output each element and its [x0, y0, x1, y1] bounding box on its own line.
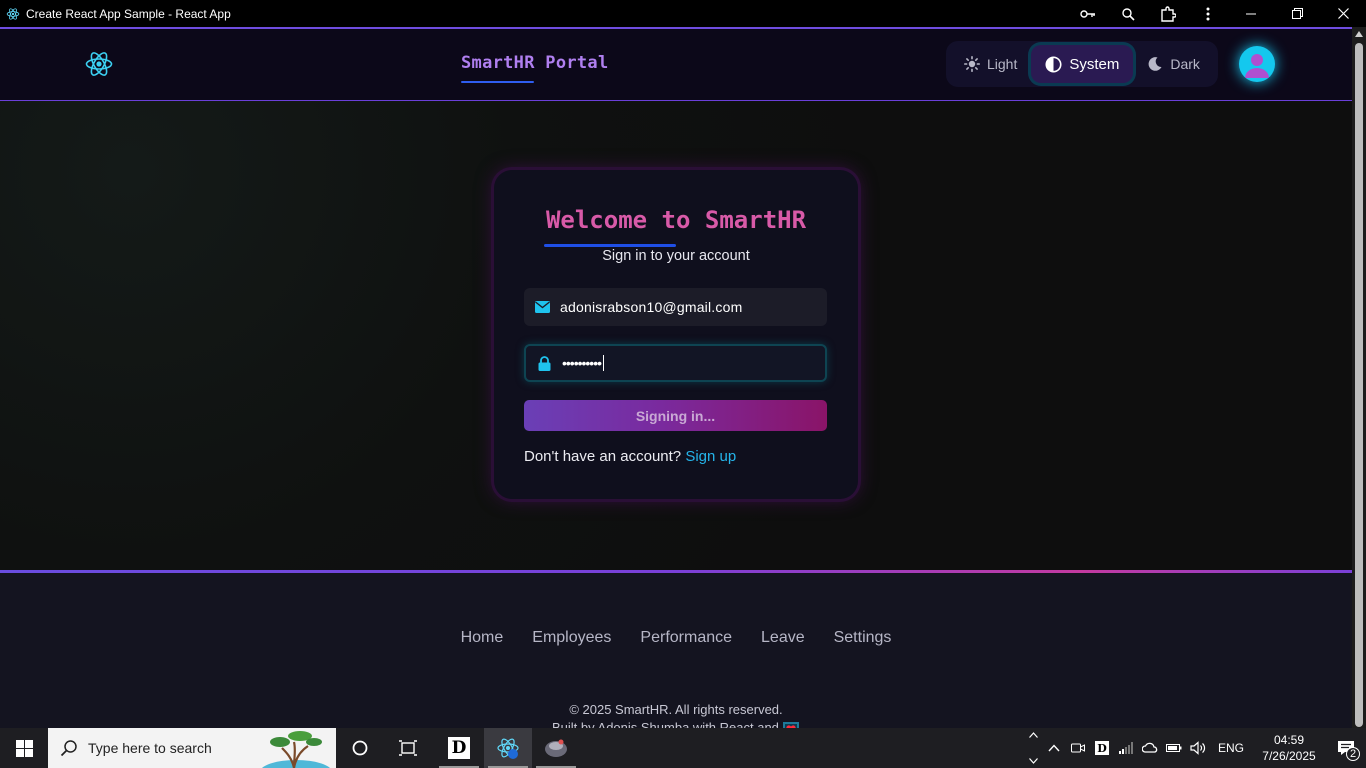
- chevron-up-icon: [1048, 744, 1060, 752]
- footer-nav: Home Employees Performance Leave Setting…: [0, 629, 1352, 647]
- browser-app-icon: [545, 739, 567, 757]
- search-icon: [60, 740, 77, 757]
- window-title: Create React App Sample - React App: [26, 6, 231, 21]
- react-browser-icon: [497, 738, 519, 759]
- tray-d-app-icon[interactable]: D: [1090, 728, 1114, 768]
- signup-row: Don't have an account? Sign up: [524, 448, 736, 465]
- login-card: Welcome to SmartHR Sign in to your accou…: [494, 170, 858, 499]
- windows-logo-icon: [15, 739, 33, 757]
- text-caret: [603, 355, 605, 371]
- cortana-circle-icon: [352, 740, 368, 756]
- d-app-icon: D: [448, 737, 470, 759]
- copyright-text: © 2025 SmartHR. All rights reserved.: [569, 702, 783, 717]
- task-view-icon: [399, 740, 417, 756]
- window-titlebar: Create React App Sample - React App: [0, 0, 1366, 27]
- task-view-button[interactable]: [384, 728, 432, 768]
- key-icon[interactable]: [1068, 0, 1108, 27]
- show-hidden-icons-button[interactable]: [1042, 728, 1066, 768]
- app-header: SmartHR Portal Light System Dark: [0, 27, 1352, 101]
- cortana-button[interactable]: [336, 728, 384, 768]
- login-title: Welcome to SmartHR: [545, 206, 807, 234]
- signup-prompt: Don't have an account?: [524, 448, 682, 465]
- footer-divider: [0, 570, 1352, 573]
- tray-scroll[interactable]: [1024, 728, 1042, 768]
- react-app-icon: [6, 7, 20, 20]
- lock-icon: [536, 355, 552, 371]
- close-button[interactable]: [1320, 0, 1366, 27]
- clock-time: 04:59: [1273, 733, 1305, 747]
- theme-system-label: System: [1069, 55, 1120, 73]
- notification-count-badge: 2: [1346, 747, 1360, 761]
- theme-dark-button[interactable]: Dark: [1133, 45, 1214, 83]
- email-value: adonisrabson10@gmail.com: [560, 299, 743, 315]
- search-placeholder: Type here to search: [88, 740, 212, 756]
- user-avatar[interactable]: [1239, 46, 1275, 82]
- windows-taskbar: Type here to search D D ENG 04:59 7/26/2…: [0, 728, 1366, 768]
- contrast-icon: [1045, 55, 1062, 73]
- scrollbar-thumb[interactable]: [1355, 43, 1363, 727]
- email-field[interactable]: adonisrabson10@gmail.com: [524, 288, 827, 326]
- notification-center-button[interactable]: 2: [1326, 728, 1366, 768]
- taskbar-search[interactable]: Type here to search: [48, 728, 336, 768]
- volume-icon[interactable]: [1186, 728, 1210, 768]
- brand-underline: [461, 81, 534, 83]
- extensions-icon[interactable]: [1148, 0, 1188, 27]
- minimize-button[interactable]: [1228, 0, 1274, 27]
- theme-light-button[interactable]: Light: [950, 45, 1031, 83]
- signal-icon[interactable]: [1114, 728, 1138, 768]
- theme-dark-label: Dark: [1170, 56, 1200, 72]
- signin-button[interactable]: Signing in...: [524, 400, 827, 431]
- onedrive-icon[interactable]: [1138, 728, 1162, 768]
- footer-link-employees[interactable]: Employees: [532, 629, 611, 647]
- react-logo-icon[interactable]: [84, 49, 114, 79]
- clock-date: 7/26/2025: [1262, 749, 1316, 763]
- taskbar-app-react[interactable]: [484, 728, 532, 768]
- title-underline: [544, 244, 676, 247]
- footer-link-home[interactable]: Home: [461, 629, 504, 647]
- user-icon: [1245, 54, 1269, 78]
- main-content: Welcome to SmartHR Sign in to your accou…: [0, 101, 1352, 570]
- theme-switcher: Light System Dark: [946, 41, 1218, 87]
- brand-title[interactable]: SmartHR Portal: [461, 53, 609, 73]
- meet-now-icon[interactable]: [1066, 728, 1090, 768]
- scroll-up-arrow[interactable]: [1355, 31, 1363, 37]
- language-indicator[interactable]: ENG: [1210, 728, 1252, 768]
- password-field[interactable]: ••••••••••: [524, 344, 827, 382]
- restore-button[interactable]: [1274, 0, 1320, 27]
- login-subtitle: Sign in to your account: [602, 248, 750, 264]
- page-scrollbar[interactable]: [1352, 27, 1366, 728]
- moon-icon: [1148, 57, 1162, 71]
- sun-icon: [964, 56, 980, 72]
- theme-system-button[interactable]: System: [1031, 45, 1134, 83]
- signup-link[interactable]: Sign up: [685, 448, 736, 465]
- start-button[interactable]: [0, 728, 48, 768]
- taskbar-app-browser[interactable]: [532, 728, 580, 768]
- bonsai-illustration-icon: [262, 731, 330, 768]
- theme-light-label: Light: [987, 56, 1018, 72]
- system-tray: D ENG 04:59 7/26/2025 2: [1024, 728, 1366, 768]
- page-footer: Home Employees Performance Leave Setting…: [0, 570, 1352, 736]
- footer-link-leave[interactable]: Leave: [761, 629, 805, 647]
- taskbar-app-d[interactable]: D: [435, 728, 483, 768]
- footer-link-settings[interactable]: Settings: [834, 629, 892, 647]
- taskbar-clock[interactable]: 04:59 7/26/2025: [1252, 732, 1326, 764]
- footer-link-performance[interactable]: Performance: [640, 629, 732, 647]
- menu-dots-icon[interactable]: [1188, 0, 1228, 27]
- envelope-icon: [534, 299, 550, 315]
- battery-icon[interactable]: [1162, 728, 1186, 768]
- zoom-icon[interactable]: [1108, 0, 1148, 27]
- password-value: ••••••••••: [562, 355, 602, 371]
